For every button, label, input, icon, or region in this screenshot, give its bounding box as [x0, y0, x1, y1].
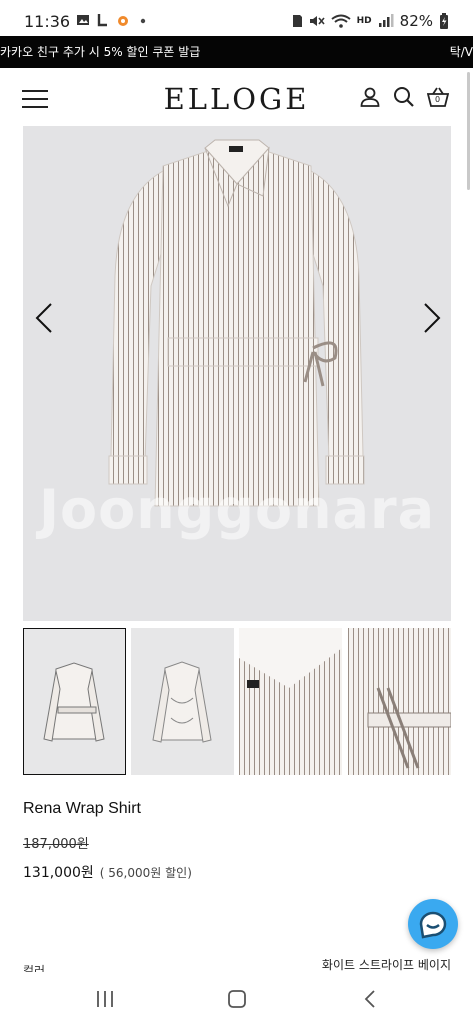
thumb-belt-detail-icon	[348, 628, 451, 775]
user-icon[interactable]	[359, 86, 381, 108]
battery-percent: 82%	[399, 12, 433, 30]
cart-count: 0	[435, 95, 441, 104]
dot-icon	[140, 18, 146, 24]
thumbnail-3[interactable]	[239, 628, 342, 775]
hd-badge: HD	[356, 16, 372, 26]
sale-price-row: 131,000원 ( 56,000원 할인)	[23, 862, 192, 882]
wifi-icon	[331, 14, 351, 28]
thumbnail-2[interactable]	[131, 628, 234, 775]
battery-icon	[440, 13, 448, 29]
product-main-image[interactable]: Joonggonara	[23, 126, 451, 621]
mute-icon	[309, 16, 325, 26]
recent-apps-icon[interactable]	[92, 986, 118, 1012]
shirt-illustration	[108, 139, 365, 507]
discount-amount: ( 56,000원 할인)	[99, 866, 192, 880]
promo-banner[interactable]: 카카오 친구 추가 시 5% 할인 쿠폰 발급 탁/V	[0, 36, 473, 68]
system-nav-bar	[0, 972, 473, 1024]
thumb-shirt-back-icon	[152, 661, 212, 743]
thumb-collar-detail-icon	[239, 628, 342, 775]
cart-icon[interactable]: 0	[426, 86, 450, 108]
header-actions: 0	[359, 86, 450, 108]
sd-card-icon	[292, 15, 302, 27]
status-time: 11:36	[24, 12, 71, 31]
sale-price: 131,000원	[23, 865, 94, 881]
status-left-icons	[76, 13, 150, 27]
status-right: HD 82%	[291, 12, 449, 30]
next-image-arrow-icon[interactable]	[409, 298, 449, 338]
original-price: 187,000원	[23, 837, 89, 852]
gallery-icon	[77, 15, 89, 25]
search-icon[interactable]	[393, 86, 415, 108]
home-icon[interactable]	[224, 986, 250, 1012]
flame-app-icon	[118, 16, 128, 26]
prev-image-arrow-icon[interactable]	[27, 298, 67, 338]
chat-button[interactable]	[408, 899, 458, 949]
color-label: 컬러	[23, 964, 46, 972]
product-name: Rena Wrap Shirt	[23, 800, 141, 817]
promo-text[interactable]: 카카오 친구 추가 시 5% 할인 쿠폰 발급	[0, 43, 200, 60]
site-header: ELLOGE 0	[0, 68, 473, 126]
back-icon[interactable]	[358, 986, 384, 1012]
thumbnail-strip	[23, 628, 451, 775]
thumbnail-1[interactable]	[23, 628, 126, 775]
page-scrollbar[interactable]	[467, 72, 470, 190]
thumb-shirt-front-icon	[43, 662, 105, 742]
signal-icon	[378, 14, 394, 27]
status-bar: 11:36 HD 82%	[0, 0, 473, 36]
chat-icon	[419, 911, 447, 939]
thumbnail-4[interactable]	[348, 628, 451, 775]
watermark: Joonggonara	[38, 478, 436, 541]
promo-next-text[interactable]: 탁/V	[450, 43, 473, 60]
app-l-icon	[97, 14, 107, 27]
color-value[interactable]: 화이트 스트라이프 베이지	[322, 956, 451, 973]
